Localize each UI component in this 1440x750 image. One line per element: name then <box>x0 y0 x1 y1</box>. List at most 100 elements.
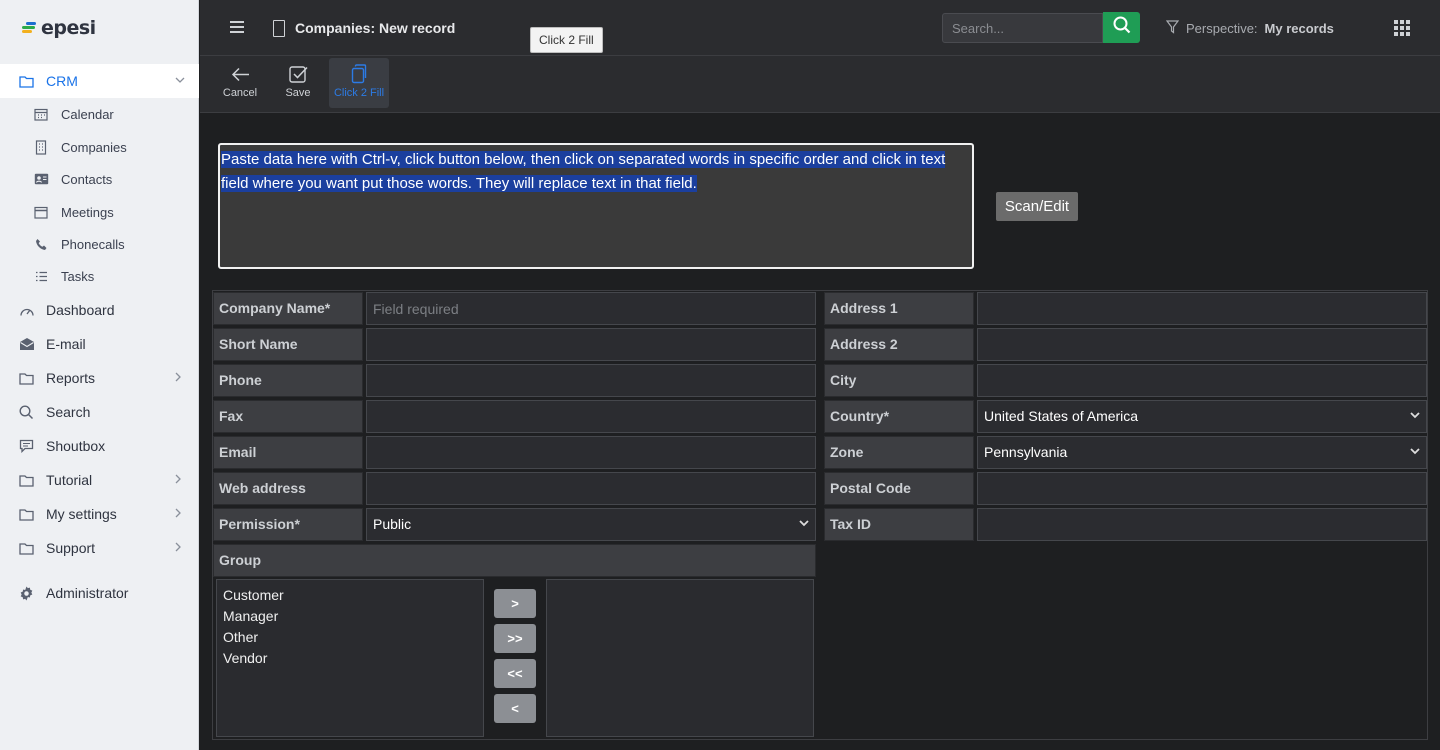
search-button[interactable] <box>1103 12 1140 43</box>
field-label-city: City <box>824 364 974 397</box>
sidebar-subitem-contacts[interactable]: Contacts <box>0 163 199 195</box>
sidebar-item-label: Shoutbox <box>46 438 106 454</box>
permission-select[interactable]: Public <box>366 508 816 541</box>
sidebar-subitem-label: Companies <box>61 139 127 155</box>
save-check-icon <box>288 61 308 87</box>
field-label-address-1: Address 1 <box>824 292 974 325</box>
address-2-input[interactable] <box>977 328 1427 361</box>
sidebar-item-search[interactable]: Search <box>0 395 199 429</box>
menu-icon[interactable] <box>230 21 244 33</box>
click2fill-button[interactable]: Click 2 Fill <box>329 58 389 108</box>
sidebar-item-shoutbox[interactable]: Shoutbox <box>0 429 199 463</box>
paste-textarea[interactable]: Paste data here with Ctrl-v, click butto… <box>218 143 974 269</box>
zone-select[interactable]: Pennsylvania <box>977 436 1427 469</box>
search-input[interactable] <box>942 13 1103 43</box>
chat-icon <box>18 438 35 454</box>
company-name-input[interactable] <box>366 292 816 325</box>
sidebar-subitem-label: Contacts <box>61 171 113 187</box>
phone-input[interactable] <box>366 364 816 397</box>
calendar-icon <box>33 107 49 121</box>
sidebar-item-label: My settings <box>46 506 117 522</box>
sidebar-subitem-companies[interactable]: Companies <box>0 131 199 163</box>
sidebar-item-crm[interactable]: CRM <box>0 64 199 98</box>
sidebar-subitem-meetings[interactable]: Meetings <box>0 196 199 228</box>
group-option[interactable]: Other <box>223 627 477 648</box>
group-option[interactable]: Vendor <box>223 648 477 669</box>
sidebar-subitem-tasks[interactable]: Tasks <box>0 260 199 292</box>
move-all-right-button[interactable]: >> <box>494 624 536 653</box>
field-label-company-name: Company Name* <box>213 292 363 325</box>
tooltip: Click 2 Fill <box>530 27 603 53</box>
group-available-list[interactable]: Customer Manager Other Vendor <box>216 579 484 737</box>
phone-icon <box>33 237 49 251</box>
sidebar-subitem-phonecalls[interactable]: Phonecalls <box>0 228 199 260</box>
field-label-group: Group <box>213 544 816 577</box>
fax-input[interactable] <box>366 400 816 433</box>
cancel-button[interactable]: Cancel <box>215 58 265 108</box>
top-bar: Companies: New record Click 2 Fill Persp… <box>200 0 1440 56</box>
sidebar-item-dashboard[interactable]: Dashboard <box>0 293 199 327</box>
address-1-input[interactable] <box>977 292 1427 325</box>
field-label-address-2: Address 2 <box>824 328 974 361</box>
sidebar-subitem-label: Tasks <box>61 268 95 284</box>
folder-icon <box>18 370 35 386</box>
perspective-selector[interactable]: Perspective: My records <box>1165 20 1334 37</box>
sidebar-subitem-label: Meetings <box>61 204 114 220</box>
sidebar-item-my-settings[interactable]: My settings <box>0 497 199 531</box>
move-right-button[interactable]: > <box>494 589 536 618</box>
apps-grid-icon[interactable] <box>1394 20 1410 36</box>
folder-icon <box>18 506 35 522</box>
sidebar-item-administrator[interactable]: Administrator <box>0 576 199 610</box>
sidebar-item-email[interactable]: E-mail <box>0 327 199 361</box>
group-option[interactable]: Customer <box>223 585 477 606</box>
chevron-right-icon <box>175 542 182 555</box>
postal-code-input[interactable] <box>977 472 1427 505</box>
app-logo[interactable]: epesi <box>22 16 96 40</box>
action-toolbar: Cancel Save Click 2 Fill <box>200 56 1440 113</box>
save-button[interactable]: Save <box>273 58 323 108</box>
save-label: Save <box>285 87 311 99</box>
arrow-left-icon <box>231 61 250 87</box>
field-label-email: Email <box>213 436 363 469</box>
city-input[interactable] <box>977 364 1427 397</box>
sidebar-item-support[interactable]: Support <box>0 531 199 565</box>
search-icon <box>18 404 35 420</box>
web-address-input[interactable] <box>366 472 816 505</box>
field-label-phone: Phone <box>213 364 363 397</box>
copy-icon <box>351 61 367 87</box>
meeting-icon <box>33 205 49 219</box>
group-selected-list[interactable] <box>546 579 814 737</box>
short-name-input[interactable] <box>366 328 816 361</box>
sidebar-subitem-label: Calendar <box>61 106 114 122</box>
sidebar-item-label: Administrator <box>46 585 129 601</box>
group-option[interactable]: Manager <box>223 606 477 627</box>
scan-edit-button[interactable]: Scan/Edit <box>996 192 1078 221</box>
page-title: Companies: New record <box>295 20 456 36</box>
zone-value: Pennsylvania <box>984 444 1068 460</box>
chevron-down-icon <box>1410 401 1420 432</box>
email-input[interactable] <box>366 436 816 469</box>
building-icon <box>273 20 285 37</box>
gear-icon <box>18 585 35 601</box>
sidebar-subitem-calendar[interactable]: Calendar <box>0 98 199 130</box>
chevron-down-icon <box>175 75 185 87</box>
chevron-right-icon <box>175 372 182 385</box>
sidebar: epesi CRM Calendar Companies Contacts Me <box>0 0 199 750</box>
tax-id-input[interactable] <box>977 508 1427 541</box>
move-all-left-button[interactable]: << <box>494 659 536 688</box>
sidebar-item-reports[interactable]: Reports <box>0 361 199 395</box>
field-label-postal-code: Postal Code <box>824 472 974 505</box>
sidebar-item-label: Support <box>46 540 96 556</box>
sidebar-item-tutorial[interactable]: Tutorial <box>0 463 199 497</box>
field-label-country: Country* <box>824 400 974 433</box>
dashboard-icon <box>18 302 35 318</box>
field-label-fax: Fax <box>213 400 363 433</box>
chevron-down-icon <box>1410 437 1420 468</box>
contact-card-icon <box>33 172 49 186</box>
folder-icon <box>18 73 35 89</box>
email-icon <box>18 336 35 352</box>
sidebar-item-label: Dashboard <box>46 302 115 318</box>
country-select[interactable]: United States of America <box>977 400 1427 433</box>
move-left-button[interactable]: < <box>494 694 536 723</box>
search-icon <box>1113 16 1131 39</box>
